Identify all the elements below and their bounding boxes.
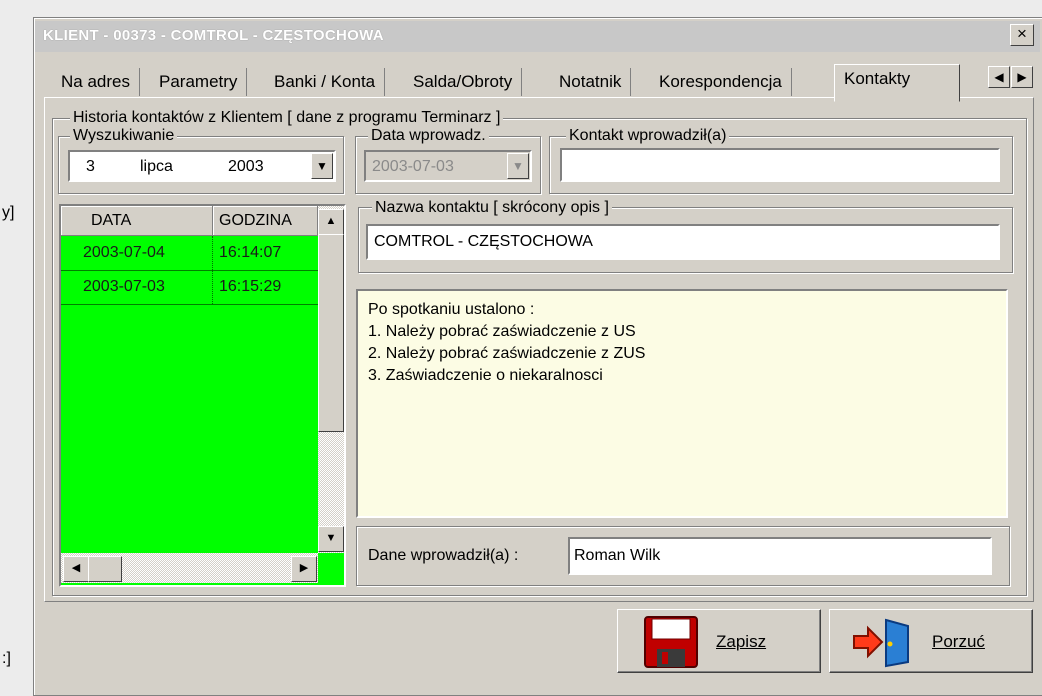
cell-time: 16:15:29 — [219, 278, 282, 295]
vertical-scroll-thumb[interactable] — [318, 234, 344, 432]
date-entered-value: 2003-07-03 — [372, 158, 454, 175]
tab-scroll-left-button[interactable]: ◀ — [988, 66, 1010, 88]
contact-name-value: COMTROL - CZĘSTOCHOWA — [374, 233, 593, 250]
memo-line: 2. Należy pobrać zaświadczenie z ZUS — [368, 345, 646, 362]
discard-button-label: Porzuć — [932, 632, 985, 651]
scroll-left-button[interactable]: ◀ — [63, 556, 89, 582]
arrow-right-icon: ▶ — [299, 562, 309, 574]
contact-name-label: Nazwa kontaktu [ skrócony opis ] — [372, 200, 612, 216]
date-entered-label: Data wprowadz. — [368, 128, 489, 144]
tab-na-adres[interactable]: Na adres — [52, 68, 140, 96]
column-header-data[interactable]: DATA — [61, 206, 213, 236]
search-day: 3 — [86, 158, 95, 175]
table-row[interactable]: 2003-07-03 16:15:29 — [61, 270, 318, 305]
tab-notatnik[interactable]: Notatnik — [550, 68, 632, 96]
tab-korespondencja[interactable]: Korespondencja — [650, 68, 792, 96]
window-title: KLIENT - 00373 - COMTROL - CZĘSTOCHOWA — [43, 27, 384, 44]
contact-name-input[interactable]: COMTROL - CZĘSTOCHOWA — [366, 224, 1000, 260]
search-group-label: Wyszukiwanie — [70, 128, 178, 144]
tab-strip: Na adres Parametry Banki / Konta Salda/O… — [52, 64, 960, 102]
grid-horizontal-scrollbar[interactable]: ◀ ▶ — [61, 553, 318, 583]
data-entered-by-input[interactable]: Roman Wilk — [568, 537, 992, 575]
arrow-left-icon: ◀ — [994, 70, 1004, 84]
table-row[interactable]: 2003-07-04 16:14:07 — [61, 236, 318, 271]
tab-kontakty[interactable]: Kontakty — [834, 64, 960, 102]
cell-time: 16:14:07 — [219, 244, 282, 261]
exit-door-icon — [853, 618, 909, 668]
grid-header: DATA GODZINA — [61, 206, 318, 236]
discard-button[interactable]: Porzuć — [829, 609, 1033, 673]
memo-line: 3. Zaświadczenie o niekaralnosci — [368, 367, 603, 384]
close-icon: × — [1017, 24, 1027, 43]
arrow-down-icon: ▼ — [325, 532, 337, 544]
tab-salda-obroty[interactable]: Salda/Obroty — [404, 68, 523, 96]
data-entered-by-label: Dane wprowadził(a) : — [368, 547, 519, 564]
memo-line: 1. Należy pobrać zaświadczenie z US — [368, 323, 636, 340]
scroll-up-button[interactable]: ▲ — [318, 209, 344, 235]
cell-date: 2003-07-03 — [61, 270, 213, 304]
save-button-label: Zapisz — [716, 632, 767, 651]
contact-entered-by-label: Kontakt wprowadził(a) — [566, 128, 730, 144]
scroll-right-button[interactable]: ▶ — [291, 556, 317, 582]
close-button[interactable]: × — [1010, 24, 1034, 46]
chevron-down-icon: ▼ — [316, 159, 328, 173]
contact-notes-memo[interactable]: Po spotkaniu ustalono : 1. Należy pobrać… — [356, 289, 1008, 518]
grid-vertical-scrollbar[interactable]: ▲ ▼ — [318, 206, 344, 553]
save-button[interactable]: Zapisz — [617, 609, 821, 673]
arrow-left-icon: ◀ — [71, 562, 81, 574]
horizontal-scroll-thumb[interactable] — [88, 556, 122, 582]
tab-banki-konta[interactable]: Banki / Konta — [265, 68, 386, 96]
arrow-right-icon: ▶ — [1017, 70, 1027, 84]
search-month: lipca — [140, 158, 173, 175]
tab-scroll-right-button[interactable]: ▶ — [1011, 66, 1033, 88]
search-dropdown-button[interactable]: ▼ — [311, 153, 333, 179]
column-header-godzina[interactable]: GODZINA — [213, 206, 318, 236]
search-date-picker[interactable]: 3 lipca 2003 ▼ — [68, 150, 336, 182]
contact-entered-by-field[interactable] — [560, 148, 1000, 182]
chevron-down-icon: ▼ — [512, 159, 524, 173]
background-fragment: :] — [2, 650, 11, 667]
contacts-grid[interactable]: DATA GODZINA 2003-07-04 16:14:07 2003-07… — [59, 204, 346, 587]
memo-line: Po spotkaniu ustalono : — [368, 301, 535, 318]
date-entered-dropdown-button: ▼ — [507, 153, 529, 179]
tab-parametry[interactable]: Parametry — [150, 68, 248, 96]
scroll-down-button[interactable]: ▼ — [318, 526, 344, 552]
search-year: 2003 — [228, 158, 264, 175]
title-bar[interactable]: KLIENT - 00373 - COMTROL - CZĘSTOCHOWA × — [35, 21, 1040, 52]
arrow-up-icon: ▲ — [325, 215, 337, 227]
cell-date: 2003-07-04 — [61, 236, 213, 270]
floppy-disk-icon — [644, 616, 698, 668]
data-entered-by-value: Roman Wilk — [574, 547, 661, 564]
background-fragment: y] — [2, 204, 15, 221]
history-group-label: Historia kontaktów z Klientem [ dane z p… — [70, 110, 504, 126]
date-entered-field: 2003-07-03 ▼ — [364, 150, 532, 182]
